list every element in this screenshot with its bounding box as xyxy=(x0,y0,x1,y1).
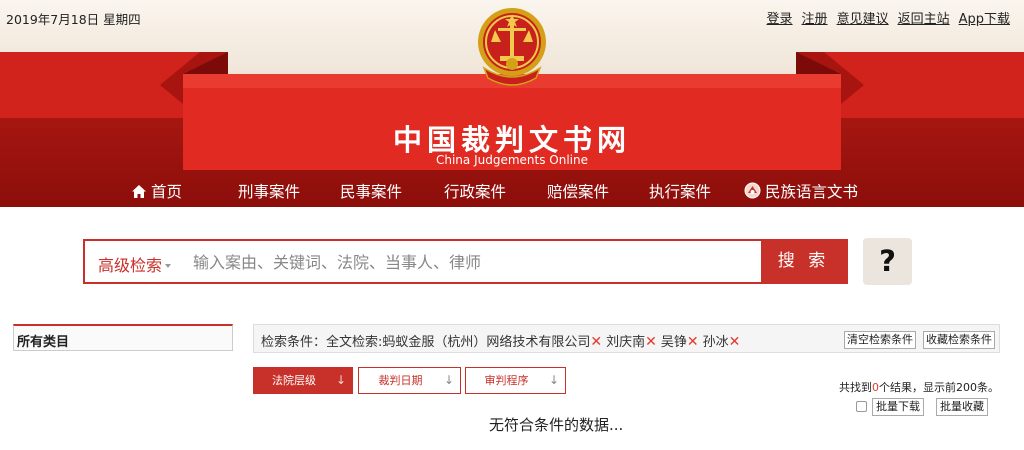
home-icon xyxy=(132,185,146,198)
nav-item-enforcement[interactable]: 执行案件 xyxy=(649,180,711,202)
arrow-down-icon: ↓ xyxy=(335,373,346,387)
site-subtitle: China Judgements Online xyxy=(435,153,588,167)
close-icon[interactable]: ✕ xyxy=(645,334,657,350)
close-icon[interactable]: ✕ xyxy=(687,334,699,350)
ethnic-language-icon xyxy=(744,182,761,199)
arrow-down-icon: ↓ xyxy=(548,373,559,387)
page: 2019年7月18日 星期四 登录 注册 意见建议 返回主站 App下载 中国裁… xyxy=(0,0,1024,450)
search-criteria-bar: 检索条件：全文检索:蚂蚁金服（杭州）网络技术有限公司✕ 刘庆南✕ 吴铮✕ 孙冰✕ 清空… xyxy=(253,324,1000,353)
empty-results-message: 无符合条件的数据... xyxy=(489,416,624,434)
search-button[interactable]: 搜 索 xyxy=(761,241,846,282)
bulk-save-button[interactable]: 批量收藏 xyxy=(936,398,988,416)
nav-item-administrative[interactable]: 行政案件 xyxy=(444,180,506,202)
nav-item-ethnic-language[interactable]: 民族语言文书 xyxy=(744,180,858,202)
category-title: 所有类目 xyxy=(17,335,70,350)
result-suffix: 个结果，显示前200条。 xyxy=(879,381,999,394)
criteria-text: 检索条件：全文检索:蚂蚁金服（杭州）网络技术有限公司✕ 刘庆南✕ 吴铮✕ 孙冰✕ xyxy=(261,331,744,350)
caret-down-icon xyxy=(165,264,172,268)
result-prefix: 共找到 xyxy=(839,381,872,394)
bulk-download-button[interactable]: 批量下载 xyxy=(872,398,924,416)
criteria-tag: 吴铮✕ xyxy=(660,334,703,350)
return-main-site-link[interactable]: 返回主站 xyxy=(898,8,950,27)
search-box: 高级检索 搜 索 xyxy=(83,239,848,284)
search-input[interactable] xyxy=(193,248,753,276)
save-criteria-button[interactable]: 收藏检索条件 xyxy=(923,331,995,349)
criteria-tag-label: 全文检索:蚂蚁金服（杭州）网络技术有限公司 xyxy=(326,335,591,350)
advanced-search-label: 高级检索 xyxy=(98,256,163,275)
advanced-search-dropdown[interactable]: 高级检索 xyxy=(98,252,172,276)
sort-tab-label: 裁判日期 xyxy=(378,374,423,387)
clear-criteria-button[interactable]: 清空检索条件 xyxy=(844,331,916,349)
sort-tab-court-level[interactable]: 法院层级 ↓ xyxy=(253,367,353,394)
select-all-checkbox[interactable] xyxy=(856,401,867,412)
nav-label: 民族语言文书 xyxy=(765,183,859,201)
criteria-tag-label: 刘庆南 xyxy=(606,335,646,350)
nav-label: 首页 xyxy=(151,183,183,201)
main-nav: 首页 刑事案件 民事案件 行政案件 赔偿案件 执行案件 民族语言文书 xyxy=(0,176,1024,204)
criteria-tag: 刘庆南✕ xyxy=(606,334,661,350)
criteria-prefix: 检索条件： xyxy=(261,335,327,350)
current-date: 2019年7月18日 星期四 xyxy=(6,12,141,27)
help-button[interactable]: ? xyxy=(863,238,912,285)
criteria-tag-label: 孙冰 xyxy=(702,335,729,350)
criteria-tag: 全文检索:蚂蚁金服（杭州）网络技术有限公司✕ xyxy=(326,334,606,350)
result-count: 共找到0个结果，显示前200条。 xyxy=(839,379,999,395)
nav-item-criminal[interactable]: 刑事案件 xyxy=(238,180,300,202)
court-emblem-logo xyxy=(478,8,546,86)
nav-item-civil[interactable]: 民事案件 xyxy=(340,180,402,202)
close-icon[interactable]: ✕ xyxy=(729,334,741,350)
category-panel-header[interactable]: 所有类目 xyxy=(13,324,233,351)
criteria-tag-label: 吴铮 xyxy=(660,335,687,350)
criteria-tag: 孙冰✕ xyxy=(702,334,745,350)
sort-tab-judgment-date[interactable]: 裁判日期 ↓ xyxy=(358,367,461,394)
app-download-link[interactable]: App下载 xyxy=(959,8,1010,27)
sort-tab-trial-procedure[interactable]: 审判程序 ↓ xyxy=(465,367,566,394)
site-header: 2019年7月18日 星期四 登录 注册 意见建议 返回主站 App下载 中国裁… xyxy=(0,0,1024,207)
nav-item-home[interactable]: 首页 xyxy=(131,180,182,202)
feedback-link[interactable]: 意见建议 xyxy=(837,8,889,27)
sort-tab-label: 法院层级 xyxy=(272,374,316,387)
sort-tab-label: 审判程序 xyxy=(484,374,529,387)
register-link[interactable]: 注册 xyxy=(802,8,828,27)
arrow-down-icon: ↓ xyxy=(443,373,454,387)
top-links: 登录 注册 意见建议 返回主站 App下载 xyxy=(767,8,1010,27)
login-link[interactable]: 登录 xyxy=(767,8,793,27)
close-icon[interactable]: ✕ xyxy=(590,334,602,350)
result-count-number: 0 xyxy=(872,381,879,394)
nav-item-compensation[interactable]: 赔偿案件 xyxy=(547,180,609,202)
